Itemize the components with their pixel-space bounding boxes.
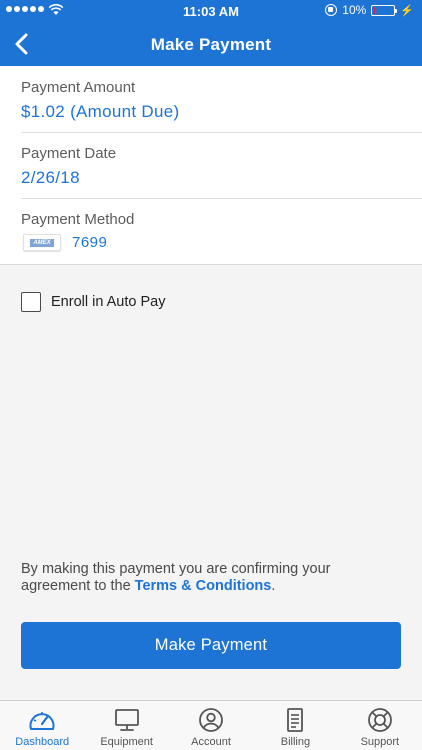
payment-amount-row[interactable]: Payment Amount $1.02 (Amount Due)	[0, 66, 422, 132]
tab-bar: Dashboard Equipment Account Billing Supp…	[0, 700, 422, 750]
dashboard-icon	[29, 712, 55, 730]
payment-method-label: Payment Method	[21, 211, 135, 228]
support-icon	[367, 708, 392, 732]
tab-account-label: Account	[191, 736, 231, 748]
header: 11:03 AM 10% ⚡ Make Payment	[0, 0, 422, 66]
auto-pay-checkbox[interactable]	[21, 292, 41, 312]
monitor-icon	[114, 709, 139, 731]
card-last-four: 7699	[72, 234, 108, 251]
charging-icon: ⚡	[400, 4, 414, 17]
payment-date-value: 2/26/18	[21, 168, 80, 187]
make-payment-button[interactable]: Make Payment	[21, 622, 401, 669]
tab-equipment[interactable]: Equipment	[84, 701, 168, 750]
tab-support[interactable]: Support	[338, 701, 422, 750]
orientation-lock-icon	[325, 4, 338, 16]
payment-date-row[interactable]: Payment Date 2/26/18	[0, 132, 422, 198]
tab-dashboard-label: Dashboard	[15, 736, 70, 748]
payment-amount-value: $1.02 (Amount Due)	[21, 102, 180, 121]
battery-icon	[371, 4, 398, 16]
payment-method-row[interactable]: Payment Method AMEX 7699	[0, 198, 422, 264]
payment-amount-label: Payment Amount	[21, 79, 136, 96]
tab-billing[interactable]: Billing	[253, 701, 337, 750]
auto-pay-toggle[interactable]: Enroll in Auto Pay	[21, 292, 165, 312]
billing-icon	[287, 708, 304, 732]
account-icon	[199, 708, 223, 732]
tab-equipment-label: Equipment	[100, 736, 153, 748]
payment-details: Payment Amount $1.02 (Amount Due) Paymen…	[0, 66, 422, 265]
auto-pay-label: Enroll in Auto Pay	[51, 294, 166, 310]
tab-billing-label: Billing	[280, 736, 311, 748]
payment-date-label: Payment Date	[21, 145, 117, 162]
agreement-text: By making this payment you are confirmin…	[21, 561, 331, 594]
terms-link[interactable]: Terms & Conditions	[135, 578, 272, 594]
page-title: Make Payment	[150, 35, 272, 54]
tab-dashboard[interactable]: Dashboard	[0, 701, 84, 750]
status-bar: 11:03 AM 10% ⚡	[0, 0, 422, 22]
nav-bar: Make Payment	[0, 22, 422, 66]
tab-support-label: Support	[360, 736, 400, 748]
tab-account[interactable]: Account	[169, 701, 253, 750]
amex-card-icon: AMEX	[23, 234, 61, 251]
battery-percent: 10%	[342, 3, 367, 17]
